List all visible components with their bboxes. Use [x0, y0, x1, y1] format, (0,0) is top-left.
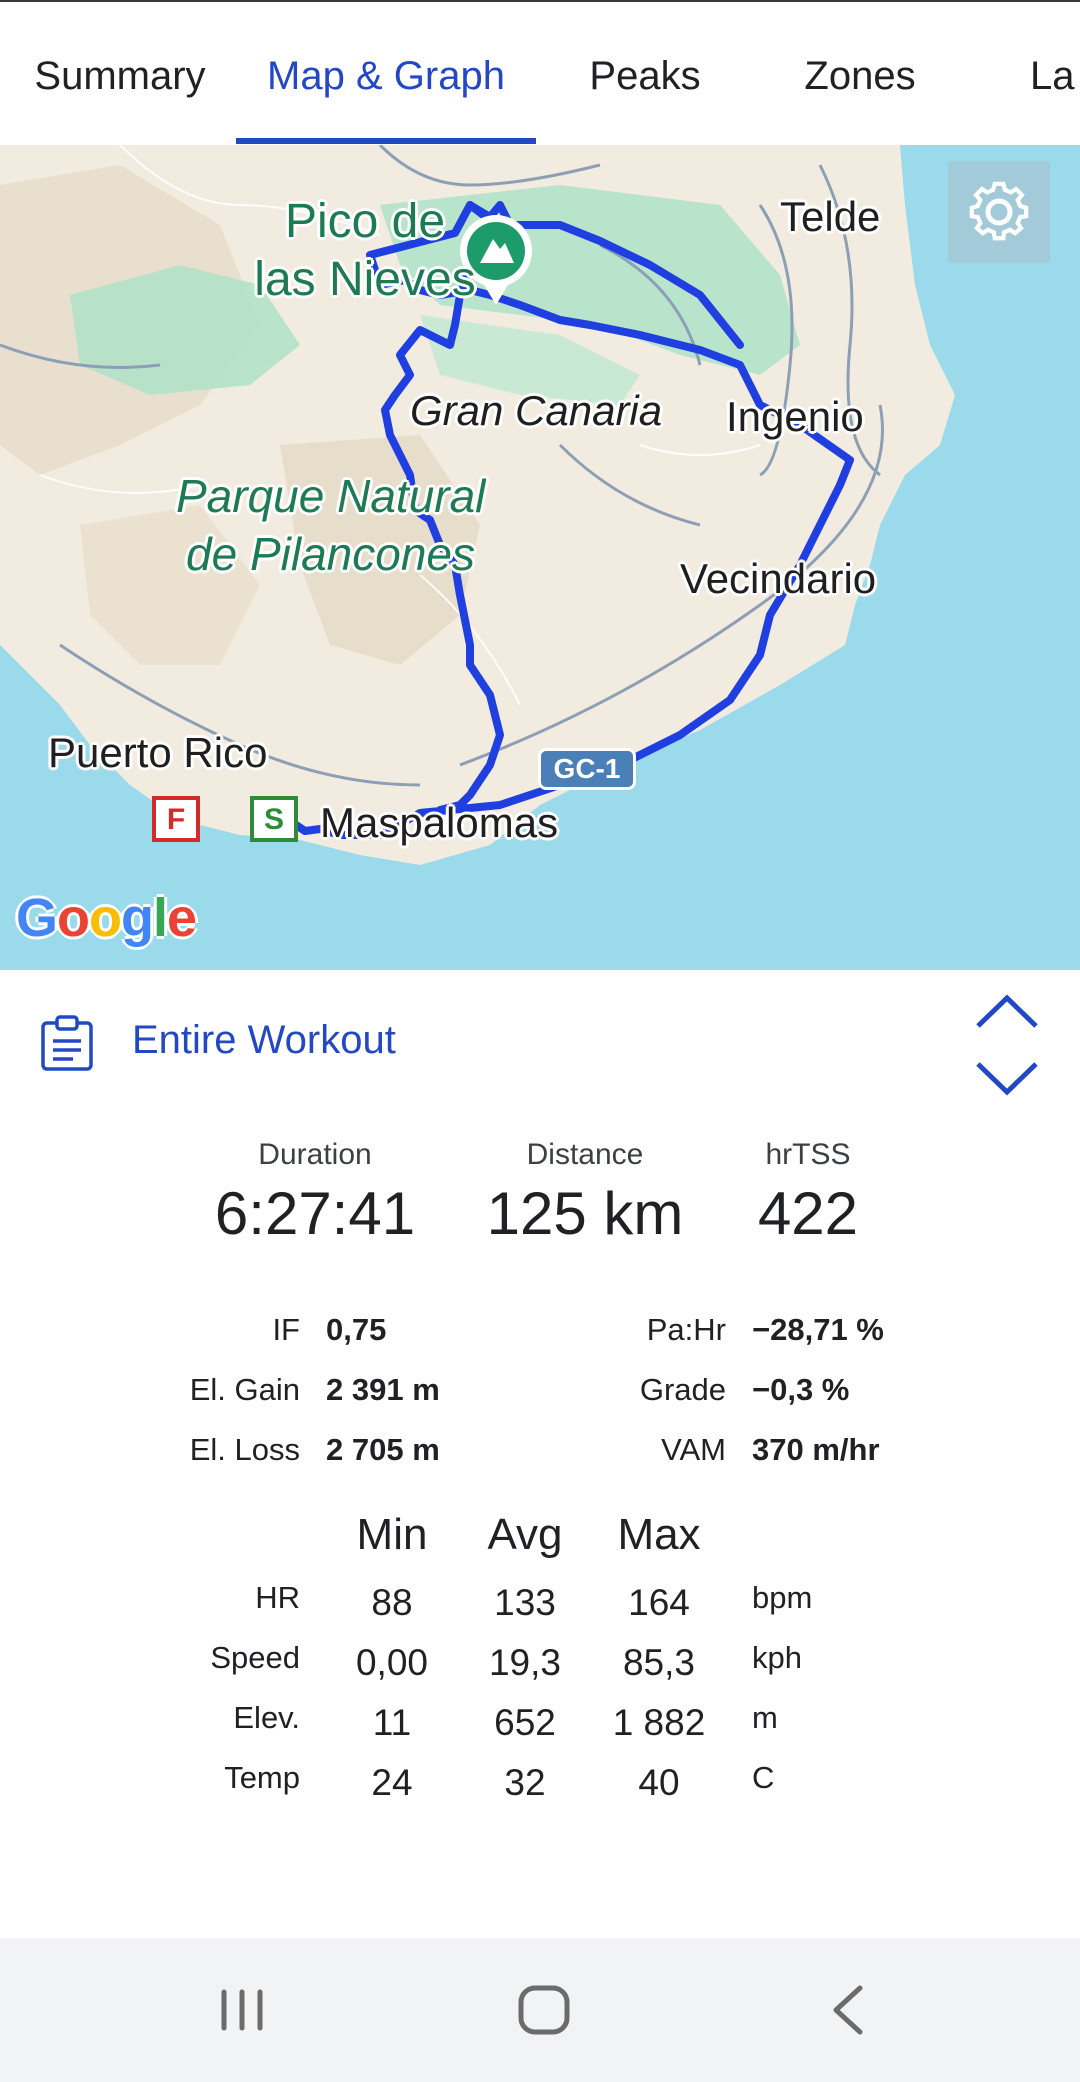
peak-label-line2: las Nieves — [254, 253, 476, 306]
tab-zones[interactable]: Zones — [790, 2, 930, 145]
cell-hr-max: 164 — [628, 1582, 690, 1623]
metric-grade-value: −0,3 % — [752, 1372, 850, 1407]
google-logo-letter: g — [121, 888, 154, 948]
road-badge-gc1: GC-1 — [538, 748, 636, 790]
map-label-island: Gran Canaria — [410, 387, 663, 434]
metric-grade-label: Grade — [639, 1372, 726, 1407]
route-map[interactable]: Pico de las Nieves Telde Gran Canaria In… — [0, 145, 1080, 970]
google-logo-letter: o — [57, 888, 90, 948]
stat-duration-label: Duration — [258, 1138, 372, 1171]
tab-map-graph[interactable]: Map & Graph — [236, 2, 536, 145]
chevron-down-icon[interactable] — [974, 1058, 1040, 1098]
metric-elgain-value: 2 391 m — [326, 1372, 440, 1407]
back-icon — [833, 1985, 863, 2035]
google-logo-letter: o — [89, 888, 122, 948]
home-icon — [518, 1985, 570, 2035]
metric-elgain-label: El. Gain — [189, 1372, 300, 1407]
google-logo-letter: l — [153, 888, 168, 948]
cell-speed-avg: 19,3 — [488, 1642, 561, 1683]
app-screen: Summary Map & Graph Peaks Zones La Pico … — [0, 0, 1080, 2082]
cell-speed-max: 85,3 — [622, 1642, 695, 1683]
row-label-speed: Speed — [210, 1640, 300, 1675]
stat-duration: Duration 6:27:41 — [200, 1130, 430, 1248]
gear-icon — [969, 181, 1029, 241]
cell-elev-avg: 652 — [494, 1702, 556, 1743]
start-flag-icon[interactable]: S — [250, 796, 298, 842]
column-header-min: Min — [356, 1510, 428, 1559]
cell-temp-avg: 32 — [504, 1762, 546, 1803]
row-label-temp: Temp — [224, 1760, 300, 1795]
unit-temp: C — [752, 1760, 775, 1795]
map-label-peak: Pico de las Nieves — [200, 193, 530, 309]
tab-peaks[interactable]: Peaks — [575, 2, 715, 145]
row-label-elev: Elev. — [233, 1700, 300, 1735]
recent-apps-icon — [221, 1989, 263, 2031]
system-navigation-bar — [0, 1938, 1080, 2082]
stat-distance-value: 125 km — [486, 1180, 684, 1247]
map-label-maspalomas: Maspalomas — [320, 799, 559, 846]
workout-selector[interactable]: Entire Workout — [0, 970, 1080, 1110]
workout-title[interactable]: Entire Workout — [132, 1018, 396, 1063]
column-header-avg: Avg — [487, 1510, 563, 1559]
cell-temp-max: 40 — [638, 1762, 680, 1803]
cell-speed-min: 0,00 — [355, 1642, 428, 1683]
finish-flag-icon[interactable]: F — [152, 796, 200, 842]
min-avg-max-table: Min Avg Max HR 88 133 164 bpm Speed 0,00… — [0, 1500, 1080, 1803]
table-row: Speed 0,00 19,3 85,3 kph — [0, 1630, 1080, 1690]
metric-vam-value: 370 m/hr — [752, 1432, 880, 1467]
cell-temp-min: 24 — [371, 1762, 413, 1803]
unit-elev: m — [752, 1700, 778, 1735]
cell-hr-min: 88 — [371, 1582, 413, 1623]
metric-elloss-value: 2 705 m — [326, 1432, 440, 1467]
chevron-up-icon[interactable] — [974, 992, 1040, 1032]
metric-if-value: 0,75 — [326, 1312, 387, 1347]
map-label-puerto-rico: Puerto Rico — [48, 729, 268, 776]
home-button[interactable] — [464, 1938, 624, 2082]
recent-apps-button[interactable] — [162, 1938, 322, 2082]
detail-metrics: IF 0,75 Pa:Hr −28,71 % El. Gain 2 391 m … — [0, 1300, 1080, 1490]
cell-elev-min: 11 — [372, 1702, 412, 1743]
metric-if-label: IF — [272, 1312, 300, 1347]
map-label-vecindario: Vecindario — [680, 555, 877, 602]
stat-duration-value: 6:27:41 — [214, 1180, 416, 1247]
google-logo: Google — [16, 887, 197, 949]
map-label-park-line2: de Pilancones — [186, 528, 475, 580]
tab-bar: Summary Map & Graph Peaks Zones La — [0, 2, 1080, 146]
metric-vam-label: VAM — [661, 1432, 726, 1467]
column-header-max: Max — [617, 1510, 701, 1559]
cell-elev-max: 1 882 — [612, 1702, 706, 1743]
back-button[interactable] — [768, 1938, 928, 2082]
tab-laps[interactable]: La — [1030, 2, 1080, 145]
unit-speed: kph — [752, 1640, 802, 1675]
metric-pahr-label: Pa:Hr — [646, 1312, 726, 1347]
unit-hr: bpm — [752, 1580, 813, 1615]
table-row: Temp 24 32 40 C — [0, 1750, 1080, 1810]
map-settings-button[interactable] — [948, 161, 1050, 263]
map-label-ingenio: Ingenio — [726, 393, 864, 440]
stat-hrtss-label: hrTSS — [765, 1138, 851, 1171]
row-label-hr: HR — [255, 1580, 300, 1615]
stat-hrtss-value: 422 — [757, 1180, 859, 1247]
summary-stats: Duration 6:27:41 Distance 125 km hrTSS 4… — [0, 1130, 1080, 1250]
table-row: Elev. 11 652 1 882 m — [0, 1690, 1080, 1750]
google-logo-letter: G — [16, 888, 58, 948]
metric-pahr-value: −28,71 % — [752, 1312, 884, 1347]
stat-distance-label: Distance — [526, 1138, 644, 1171]
tab-summary[interactable]: Summary — [30, 2, 210, 145]
map-label-telde: Telde — [780, 193, 881, 240]
stat-hrtss: hrTSS 422 — [728, 1130, 888, 1248]
metric-elloss-label: El. Loss — [189, 1432, 300, 1467]
map-label-park-line1: Parque Natural — [176, 470, 486, 522]
active-tab-indicator — [236, 138, 536, 144]
cell-hr-avg: 133 — [494, 1582, 556, 1623]
peak-label-line1: Pico de — [284, 195, 446, 248]
google-logo-letter: e — [167, 888, 197, 948]
clipboard-icon — [41, 1015, 93, 1071]
stat-distance: Distance 125 km — [470, 1130, 700, 1248]
table-row: HR 88 133 164 bpm — [0, 1570, 1080, 1630]
